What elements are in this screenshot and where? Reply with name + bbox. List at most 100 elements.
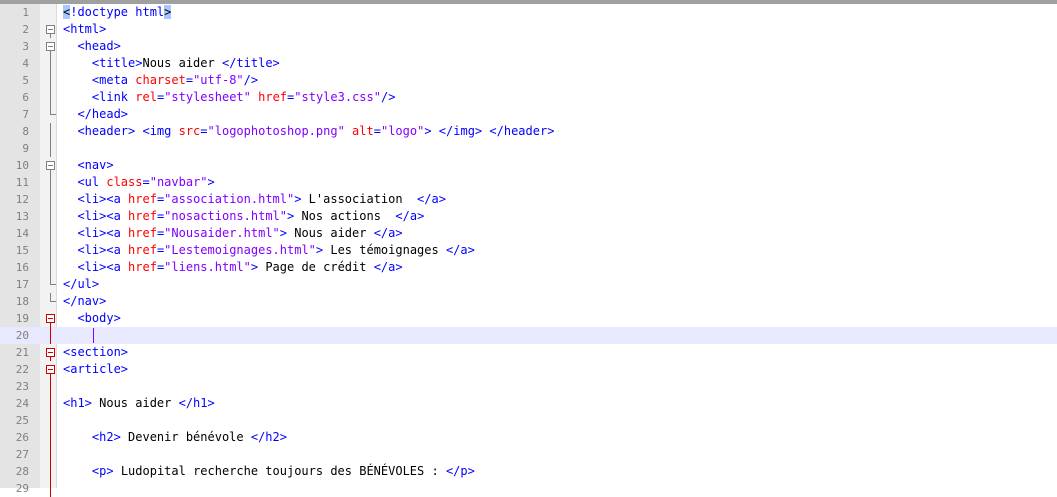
- code-text[interactable]: <li><a href="Nousaider.html"> Nous aider…: [63, 225, 402, 242]
- fold-line-icon: [43, 480, 59, 497]
- code-text[interactable]: </nav>: [63, 293, 106, 310]
- code-token: charset: [135, 73, 186, 87]
- code-text[interactable]: <h1> Nous aider </h1>: [63, 395, 215, 412]
- code-token: alt: [352, 124, 374, 138]
- code-line[interactable]: 8 <header> <img src="logophotoshop.png" …: [0, 123, 1057, 140]
- fold-line-icon: [43, 259, 59, 276]
- code-token: Nous aider: [91, 396, 179, 410]
- code-line[interactable]: 2 <html>: [0, 21, 1057, 38]
- code-text[interactable]: <link rel="stylesheet" href="style3.css"…: [63, 89, 396, 106]
- code-text[interactable]: <head>: [63, 38, 121, 55]
- code-text[interactable]: <body>: [63, 310, 121, 327]
- code-line[interactable]: 23: [0, 378, 1057, 395]
- code-token: <body>: [77, 311, 121, 325]
- code-token: rel: [135, 90, 157, 104]
- code-line[interactable]: 13 <li><a href="nosactions.html"> Nos ac…: [0, 208, 1057, 225]
- code-text[interactable]: <li><a href="Lestemoignages.html"> Les t…: [63, 242, 475, 259]
- fold-line-icon: [43, 429, 59, 446]
- code-line[interactable]: 24 <h1> Nous aider </h1>: [0, 395, 1057, 412]
- code-text[interactable]: <li><a href="association.html"> L'associ…: [63, 191, 446, 208]
- code-line[interactable]: 5 <meta charset="utf-8"/>: [0, 72, 1057, 89]
- code-token: </ul>: [63, 277, 100, 291]
- line-number: 19: [15, 312, 29, 325]
- code-text[interactable]: <nav>: [63, 157, 113, 174]
- line-number: 22: [15, 363, 29, 376]
- code-text[interactable]: <html>: [63, 21, 106, 38]
- line-number: 27: [15, 448, 29, 461]
- code-text[interactable]: <title>Nous aider </title>: [63, 55, 280, 72]
- code-text[interactable]: <section>: [63, 344, 128, 361]
- code-line[interactable]: 9: [0, 140, 1057, 157]
- code-editor[interactable]: 1 <!doctype html> 2 <html> 3 <head> 4 <title>…: [0, 4, 1057, 497]
- code-token: <header>: [77, 124, 136, 138]
- code-line[interactable]: 19 <body>: [0, 310, 1057, 327]
- code-token: "liens.html": [164, 260, 251, 274]
- code-line[interactable]: 27: [0, 446, 1057, 463]
- fold-line-icon: [43, 55, 59, 72]
- code-line[interactable]: 6 <link rel="stylesheet" href="style3.cs…: [0, 89, 1057, 106]
- line-number: 1: [22, 6, 29, 19]
- fold-toggle-icon[interactable]: [43, 344, 59, 361]
- code-line[interactable]: 17 </ul>: [0, 276, 1057, 293]
- code-text[interactable]: <article>: [63, 361, 128, 378]
- code-line[interactable]: 18 </nav>: [0, 293, 1057, 310]
- code-line[interactable]: 11 <ul class="navbar">: [0, 174, 1057, 191]
- code-token: =: [200, 124, 208, 138]
- code-text[interactable]: </head>: [63, 106, 128, 123]
- code-line[interactable]: 10 <nav>: [0, 157, 1057, 174]
- code-line[interactable]: 25: [0, 412, 1057, 429]
- code-text[interactable]: </ul>: [63, 276, 99, 293]
- code-text[interactable]: [63, 327, 94, 344]
- code-token: </h2>: [250, 430, 287, 444]
- code-token: href: [128, 209, 157, 223]
- code-line[interactable]: 29: [0, 480, 1057, 497]
- code-line[interactable]: 3 <head>: [0, 38, 1057, 55]
- code-line[interactable]: 28 <p> Ludopital recherche toujours des …: [0, 463, 1057, 480]
- fold-toggle-icon[interactable]: [43, 38, 59, 55]
- code-token: </a>: [417, 192, 446, 206]
- fold-end-icon: [43, 293, 59, 310]
- fold-toggle-icon[interactable]: [43, 21, 59, 38]
- code-text[interactable]: <li><a href="liens.html"> Page de crédit…: [63, 259, 402, 276]
- fold-line-icon: [43, 463, 59, 480]
- line-number: 6: [22, 91, 29, 104]
- code-line[interactable]: 4 <title>Nous aider </title>: [0, 55, 1057, 72]
- code-line[interactable]: 7 </head>: [0, 106, 1057, 123]
- code-token: L'association: [301, 192, 418, 206]
- code-token: </img>: [438, 124, 483, 138]
- code-text[interactable]: <li><a href="nosactions.html"> Nos actio…: [63, 208, 424, 225]
- code-token: <head>: [77, 39, 121, 53]
- fold-line-icon: [43, 446, 59, 463]
- code-line[interactable]: 15 <li><a href="Lestemoignages.html"> Le…: [0, 242, 1057, 259]
- fold-toggle-icon[interactable]: [43, 157, 59, 174]
- code-token: "navbar": [149, 175, 208, 189]
- code-text[interactable]: <meta charset="utf-8"/>: [63, 72, 258, 89]
- fold-toggle-icon[interactable]: [43, 361, 59, 378]
- code-token: Ludopital recherche toujours des BÉNÉVOL…: [113, 464, 446, 478]
- code-text[interactable]: <header> <img src="logophotoshop.png" al…: [63, 123, 554, 140]
- line-number: 10: [15, 159, 29, 172]
- code-line[interactable]: 20: [0, 327, 1057, 344]
- code-line[interactable]: 1 <!doctype html>: [0, 4, 1057, 21]
- code-line[interactable]: 12 <li><a href="association.html"> L'ass…: [0, 191, 1057, 208]
- fold-line-icon: [43, 378, 59, 395]
- code-text[interactable]: <ul class="navbar">: [63, 174, 214, 191]
- code-line[interactable]: 21 <section>: [0, 344, 1057, 361]
- code-text[interactable]: <!doctype html>: [63, 4, 172, 21]
- code-line[interactable]: 22 <article>: [0, 361, 1057, 378]
- fold-end-icon: [43, 106, 59, 123]
- line-number: 2: [22, 23, 29, 36]
- line-number: 20: [15, 329, 29, 342]
- code-line[interactable]: 14 <li><a href="Nousaider.html"> Nous ai…: [0, 225, 1057, 242]
- code-line[interactable]: 26 <h2> Devenir bénévole </h2>: [0, 429, 1057, 446]
- code-token: !doctype html: [70, 5, 165, 19]
- fold-line-icon: [43, 89, 59, 106]
- code-token: <li><a: [77, 226, 129, 240]
- fold-line-icon: [43, 123, 59, 140]
- code-token: </a>: [445, 243, 475, 257]
- fold-toggle-icon[interactable]: [43, 310, 59, 327]
- code-line[interactable]: 16 <li><a href="liens.html"> Page de cré…: [0, 259, 1057, 276]
- code-text[interactable]: <p> Ludopital recherche toujours des BÉN…: [63, 463, 475, 480]
- code-text[interactable]: <h2> Devenir bénévole </h2>: [63, 429, 287, 446]
